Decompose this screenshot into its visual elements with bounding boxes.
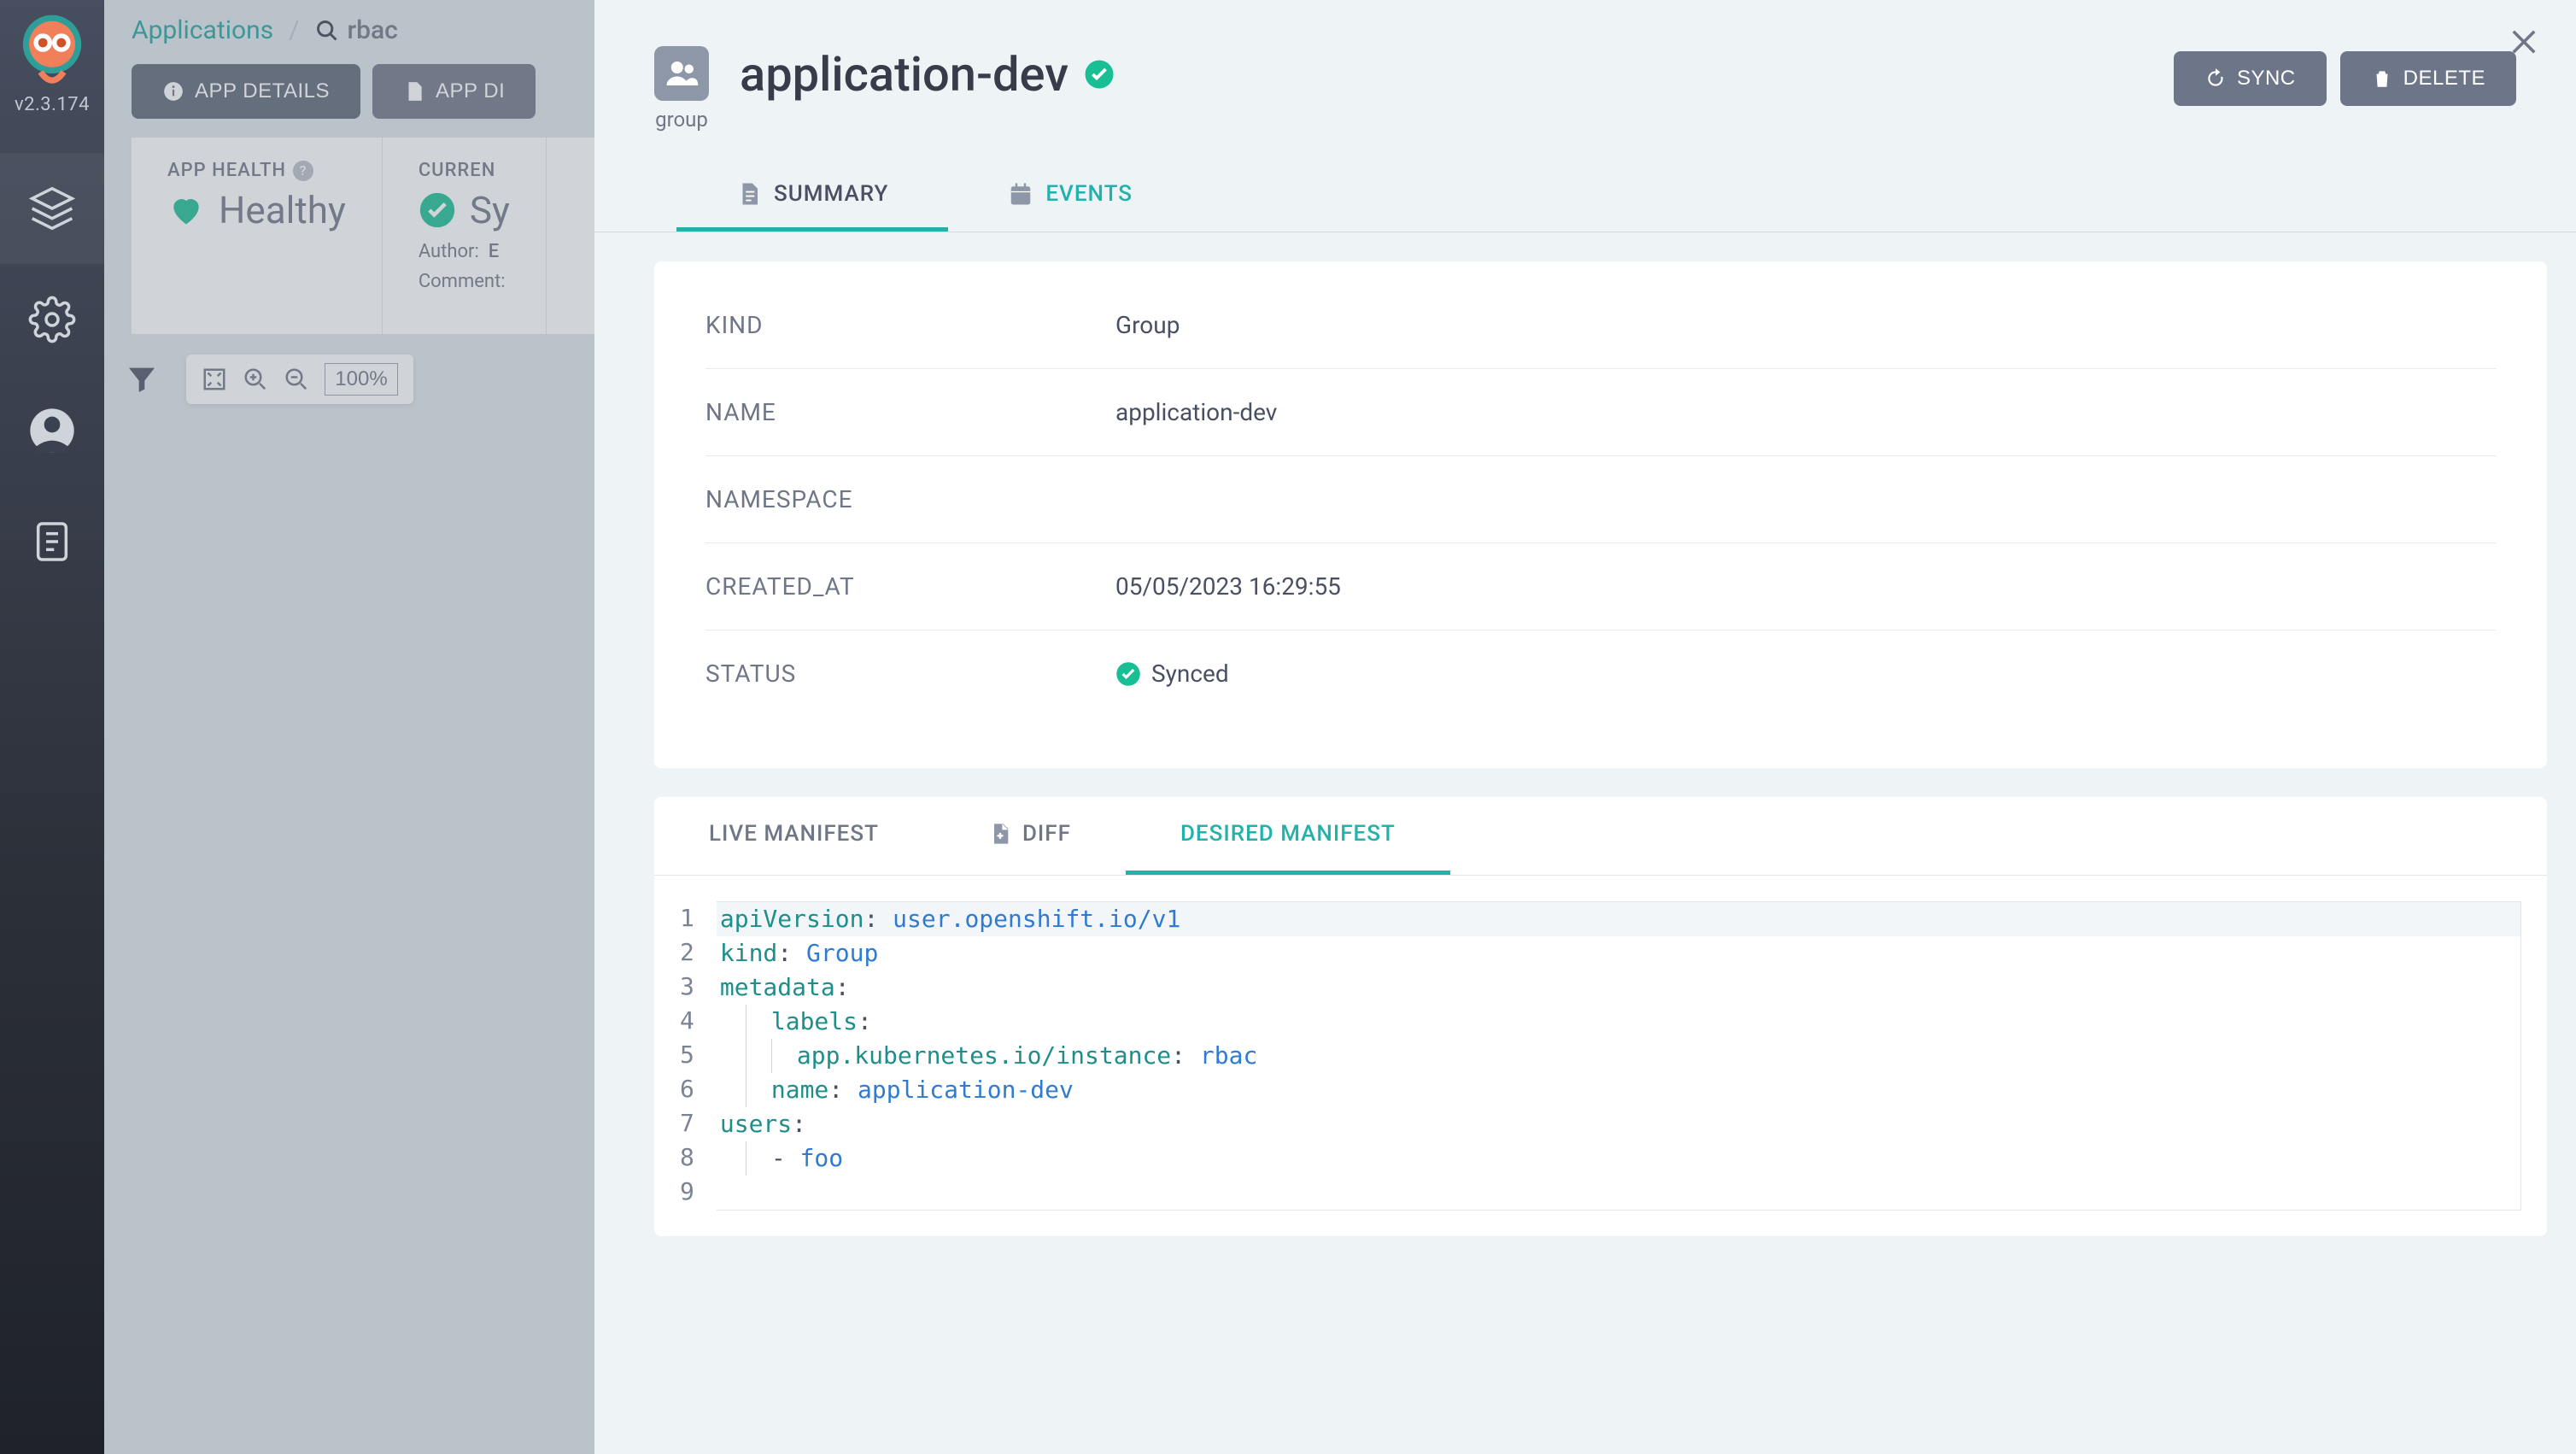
synced-icon	[1084, 59, 1115, 90]
version-label: v2.3.174	[15, 94, 90, 115]
summary-card: KINDGroup NAMEapplication-dev NAMESPACE …	[654, 261, 2547, 768]
app-sidebar: v2.3.174	[0, 0, 104, 1454]
summary-status: Synced	[1115, 660, 1229, 688]
refresh-icon	[2204, 67, 2227, 90]
diff-icon	[988, 822, 1012, 846]
calendar-icon	[1008, 181, 1033, 207]
check-circle-icon	[1115, 661, 1141, 687]
trash-icon	[2371, 67, 2393, 90]
resource-title: application-dev	[740, 46, 1068, 103]
tab-summary[interactable]: SUMMARY	[676, 157, 948, 232]
nav-applications[interactable]	[0, 153, 104, 264]
manifest-card: LIVE MANIFEST DIFF DESIRED MANIFEST 1234…	[654, 797, 2547, 1236]
tab-diff[interactable]: DIFF	[934, 797, 1126, 875]
delete-button[interactable]: DELETE	[2340, 51, 2516, 106]
summary-created: 05/05/2023 16:29:55	[1115, 572, 1341, 601]
nav-docs[interactable]	[0, 486, 104, 597]
summary-name: application-dev	[1115, 398, 1277, 426]
tab-desired-manifest[interactable]: DESIRED MANIFEST	[1126, 797, 1450, 875]
summary-kind: Group	[1115, 311, 1180, 339]
nav-settings[interactable]	[0, 264, 104, 375]
resource-type-label: group	[655, 108, 708, 132]
line-gutter: 123456789	[680, 901, 717, 1211]
nav-user[interactable]	[0, 375, 104, 486]
argo-logo	[14, 12, 91, 89]
tab-live-manifest[interactable]: LIVE MANIFEST	[654, 797, 934, 875]
tab-events[interactable]: EVENTS	[948, 157, 1192, 232]
manifest-editor[interactable]: 123456789 apiVersion: user.openshift.io/…	[654, 876, 2547, 1219]
resource-panel: group application-dev SYNC DELETE	[594, 0, 2576, 1454]
document-icon	[736, 181, 762, 207]
group-icon	[654, 46, 709, 101]
sync-button[interactable]: SYNC	[2174, 51, 2327, 106]
